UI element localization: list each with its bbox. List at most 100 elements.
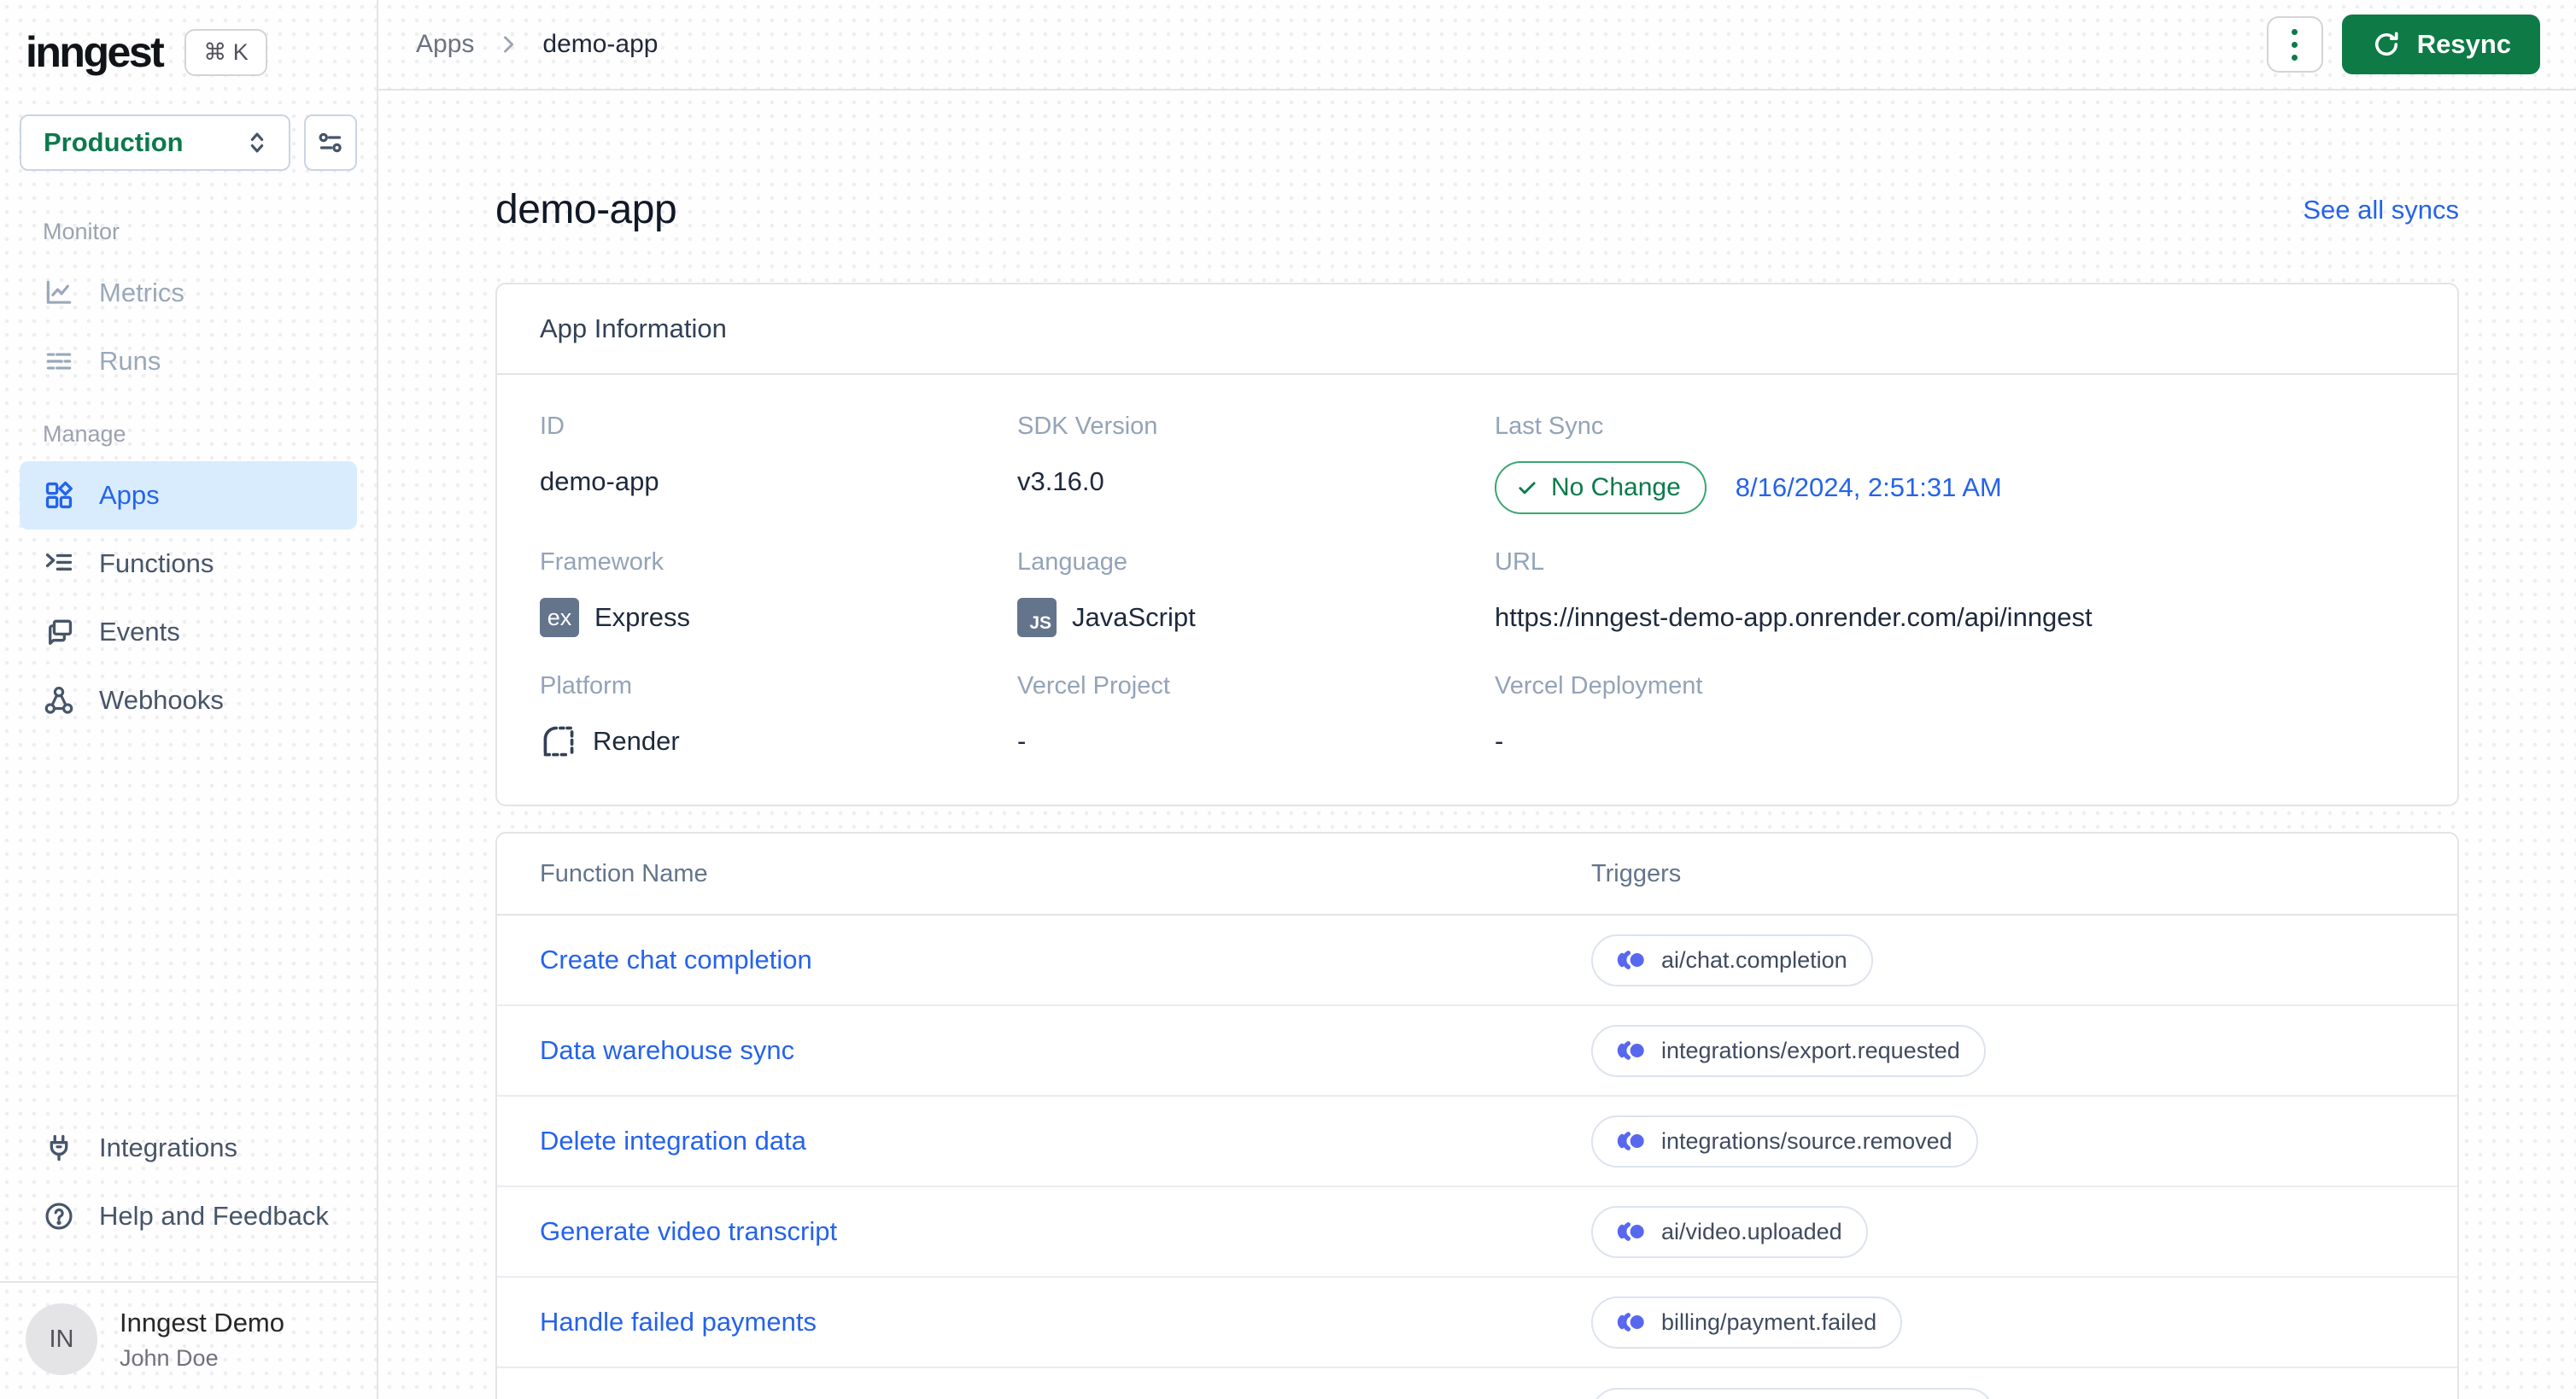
user-name: John Doe <box>120 1344 219 1371</box>
table-row: Data warehouse sync integrations/export.… <box>497 1006 2457 1097</box>
inngest-logo: inngest <box>26 28 165 76</box>
sidebar-item-apps[interactable]: Apps <box>20 461 357 530</box>
chevron-right-icon <box>496 32 520 56</box>
functions-table-card: Function Name Triggers Create chat compl… <box>495 832 2459 1399</box>
field-vercel-project: Vercel Project - <box>1017 672 1170 756</box>
functions-table-body: Create chat completion ai/chat.completio… <box>497 916 2457 1399</box>
sidebar-item-events[interactable]: Events <box>20 598 357 666</box>
field-url: URL https://inngest-demo-app.onrender.co… <box>1495 548 2093 632</box>
last-sync-timestamp-link[interactable]: 8/16/2024, 2:51:31 AM <box>1736 472 2002 503</box>
sidebar-item-label: Integrations <box>99 1133 237 1162</box>
section-monitor: Monitor <box>43 219 120 244</box>
sidebar: inngest ⌘ K Production Monitor Metrics R… <box>0 0 378 1399</box>
chevron-updown-icon <box>243 128 272 157</box>
breadcrumb-apps[interactable]: Apps <box>416 30 474 59</box>
field-platform: Platform Render <box>540 638 1017 762</box>
user-org: Inngest Demo <box>120 1307 284 1338</box>
javascript-icon: JS <box>1017 598 1057 637</box>
trigger-pill[interactable]: integrations/source.removed <box>1591 1115 1978 1168</box>
event-trigger-icon <box>1617 1038 1646 1063</box>
functions-table-header: Function Name Triggers <box>497 834 2457 916</box>
sidebar-item-help[interactable]: Help and Feedback <box>20 1182 357 1250</box>
command-k-label: ⌘ K <box>203 38 249 65</box>
trigger-pill[interactable]: ai/video.uploaded <box>1591 1205 1868 1258</box>
user-menu[interactable]: IN Inngest Demo John Doe <box>0 1283 377 1399</box>
page-title: demo-app <box>495 187 677 232</box>
sidebar-item-label: Events <box>99 617 180 647</box>
function-name-link[interactable]: Generate video transcript <box>540 1216 837 1246</box>
breadcrumb-current: demo-app <box>542 30 659 58</box>
table-row: Create chat completion ai/chat.completio… <box>497 916 2457 1006</box>
sidebar-nav: Monitor Metrics Runs Manage Apps Functio… <box>0 171 377 735</box>
main-column: Apps demo-app Resync demo-app See all sy… <box>378 0 2576 1399</box>
trigger-pill[interactable]: billing/payment.failed <box>1591 1296 1903 1349</box>
field-language: Language JS JavaScript <box>1017 514 1495 638</box>
check-icon <box>1515 476 1539 500</box>
field-sdk-version: SDK Version v3.16.0 <box>1017 413 1158 496</box>
column-triggers: Triggers <box>1591 859 1682 887</box>
command-k-shortcut[interactable]: ⌘ K <box>184 28 267 76</box>
sliders-icon <box>315 127 346 158</box>
table-row: Handle failed payments billing/payment.f… <box>497 1278 2457 1368</box>
sidebar-item-label: Webhooks <box>99 685 224 715</box>
apps-icon <box>43 479 75 512</box>
sidebar-item-webhooks[interactable]: Webhooks <box>20 666 357 735</box>
integrations-icon <box>43 1132 75 1164</box>
kebab-icon <box>2292 28 2298 35</box>
app-root: inngest ⌘ K Production Monitor Metrics R… <box>0 0 2576 1399</box>
resync-button[interactable]: Resync <box>2341 15 2540 74</box>
sidebar-item-functions[interactable]: Functions <box>20 530 357 598</box>
express-icon: ex <box>540 598 579 637</box>
breadcrumb: Apps demo-app <box>416 30 658 59</box>
no-change-badge[interactable]: No Change <box>1495 461 1707 514</box>
field-vercel-deployment: Vercel Deployment - <box>1495 672 1703 756</box>
sidebar-item-label: Metrics <box>99 278 184 307</box>
resync-icon <box>2371 29 2402 60</box>
sidebar-item-integrations[interactable]: Integrations <box>20 1114 357 1182</box>
function-name-link[interactable]: Handle failed payments <box>540 1307 817 1337</box>
webhooks-icon <box>43 684 75 717</box>
table-row: Import data pipeline integrations/source… <box>497 1368 2457 1399</box>
render-icon <box>540 723 577 760</box>
sidebar-footer: Integrations Help and Feedback <box>0 1114 377 1259</box>
resync-label: Resync <box>2416 29 2511 59</box>
app-actions-menu-button[interactable] <box>2266 16 2323 73</box>
table-row: Generate video transcript ai/video.uploa… <box>497 1187 2457 1278</box>
metrics-icon <box>43 277 75 309</box>
topbar: Apps demo-app Resync <box>378 0 2576 91</box>
help-icon <box>43 1200 75 1232</box>
function-name-link[interactable]: Create chat completion <box>540 945 812 975</box>
function-name-link[interactable]: Data warehouse sync <box>540 1035 794 1065</box>
trigger-pill[interactable]: ai/chat.completion <box>1591 934 1873 986</box>
app-information-card: App Information ID demo-app SDK Version … <box>495 283 2459 806</box>
see-all-syncs-link[interactable]: See all syncs <box>2303 195 2459 225</box>
environment-selector[interactable]: Production <box>20 114 290 171</box>
runs-icon <box>43 345 75 378</box>
events-icon <box>43 616 75 648</box>
field-last-sync: Last Sync No Change 8/16/2024, 2:51:31 A… <box>1495 378 2415 514</box>
sidebar-item-runs[interactable]: Runs <box>20 327 357 395</box>
section-manage: Manage <box>43 421 126 447</box>
event-trigger-icon <box>1617 1309 1646 1335</box>
function-name-link[interactable]: Delete integration data <box>540 1126 806 1156</box>
column-function-name: Function Name <box>540 859 708 887</box>
app-information-header: App Information <box>497 284 2457 375</box>
field-framework: Framework ex Express <box>540 514 1017 638</box>
content: demo-app See all syncs App Information I… <box>378 91 2576 1399</box>
sidebar-item-label: Help and Feedback <box>99 1201 329 1231</box>
event-trigger-icon <box>1617 947 1646 973</box>
functions-icon <box>43 547 75 580</box>
event-trigger-icon <box>1617 1128 1646 1154</box>
trigger-pill[interactable]: integrations/export.requested <box>1591 1024 1986 1077</box>
field-id: ID demo-app <box>540 413 659 496</box>
sidebar-item-metrics[interactable]: Metrics <box>20 259 357 327</box>
table-row: Delete integration data integrations/sou… <box>497 1097 2457 1187</box>
avatar: IN <box>26 1303 97 1375</box>
trigger-pill[interactable]: integrations/source.connected <box>1591 1387 1995 1399</box>
sidebar-item-label: Apps <box>99 480 160 510</box>
environment-filter-button[interactable] <box>303 114 357 171</box>
event-trigger-icon <box>1617 1219 1646 1244</box>
sidebar-item-label: Functions <box>99 548 214 578</box>
sidebar-item-label: Runs <box>99 346 161 376</box>
environment-value: Production <box>44 127 184 157</box>
